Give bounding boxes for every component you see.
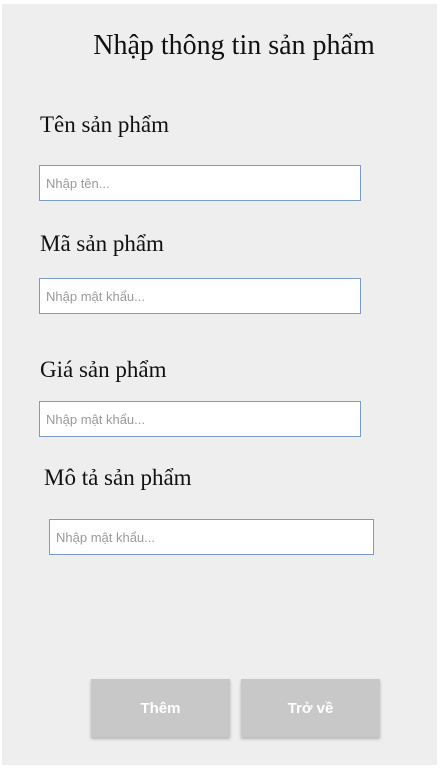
product-form-panel: Nhập thông tin sản phẩm Tên sản phẩm Mã … [2,4,437,765]
product-description-label: Mô tả sản phẩm [44,465,192,490]
product-name-input[interactable] [39,165,361,201]
product-code-label: Mã sản phẩm [40,231,164,256]
back-button[interactable]: Trở về [241,679,380,737]
page-title: Nhập thông tin sản phẩm [93,30,375,61]
product-code-input[interactable] [39,278,361,314]
product-price-input[interactable] [39,401,361,437]
product-description-input[interactable] [49,519,374,555]
product-name-label: Tên sản phẩm [40,112,170,137]
add-button[interactable]: Thêm [91,679,230,737]
product-price-label: Giá sản phẩm [40,357,167,382]
